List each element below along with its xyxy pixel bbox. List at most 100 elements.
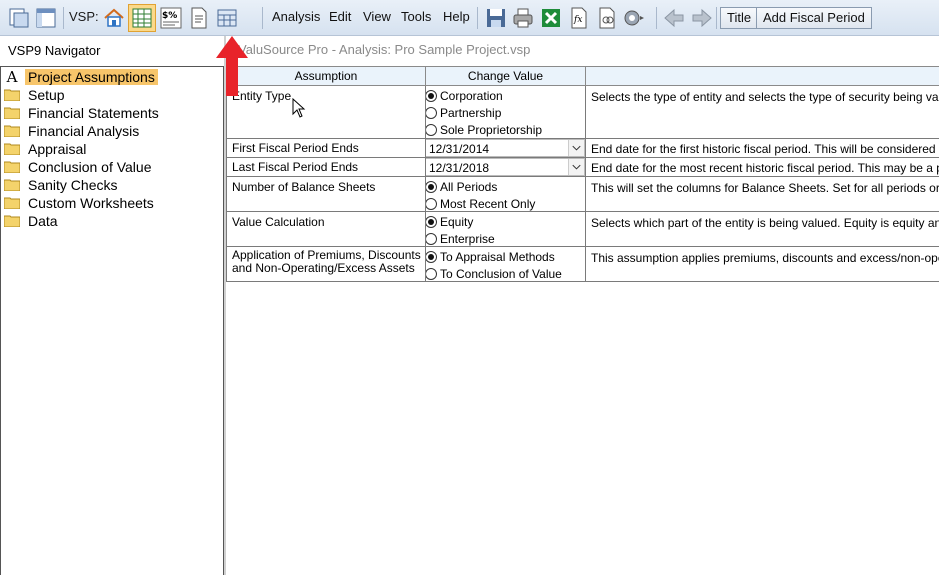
column-header-description[interactable] [585,66,939,86]
column-header-assumption[interactable]: Assumption [226,66,426,86]
radio-corporation[interactable]: Corporation [425,87,503,104]
radio-dot [425,215,437,228]
radio-label: Equity [440,214,474,229]
vsp-label: VSP: [69,9,99,24]
main-toolbar: VSP: $% Analysis Edit View Tools Help fx [0,0,939,36]
grid-line [425,86,426,282]
radio-label: Sole Proprietorship [440,122,543,137]
assumption-cell: Number of Balance Sheets [232,180,376,194]
radio-most-recent-only[interactable]: Most Recent Only [425,195,535,212]
spreadsheet-icon [132,8,152,28]
menu-view[interactable]: View [363,9,391,24]
home-icon[interactable] [102,6,126,30]
formula-icon[interactable]: fx [567,6,591,30]
nav-item-sanity-checks[interactable]: Sanity Checks [4,176,120,194]
radio-dot [425,197,437,210]
radio-to-appraisal-methods[interactable]: To Appraisal Methods [425,248,555,265]
table-row: Application of Premiums, Discounts and N… [226,247,939,282]
assumption-cell: Application of Premiums, Discounts and N… [232,247,422,275]
nav-item-label: Financial Analysis [28,123,140,139]
folder-icon [4,89,20,101]
excel-icon[interactable] [539,6,563,30]
table-row: Last Fiscal Period Ends 12/31/2018 End d… [226,158,939,177]
menu-tools[interactable]: Tools [401,9,431,24]
menu-analysis[interactable]: Analysis [272,9,320,24]
toolbar-separator [262,7,263,29]
toolbar-separator [716,7,717,29]
radio-dot [425,180,437,193]
grid-line [585,86,586,282]
assumption-cell: Value Calculation [232,215,325,229]
date-value: 12/31/2014 [429,142,490,156]
description-cell: Selects the type of entity and selects t… [591,90,939,104]
table-row: Entity Type Corporation Partnership Sole… [226,86,939,139]
radio-equity[interactable]: Equity [425,213,473,230]
nav-item-label: Data [28,213,58,229]
chevron-down-icon[interactable] [568,140,584,156]
nav-item-financial-analysis[interactable]: Financial Analysis [4,122,142,140]
menu-edit[interactable]: Edit [329,9,351,24]
forward-arrow-icon[interactable] [690,6,714,30]
folder-icon [4,179,20,191]
toolbar-separator [477,7,478,29]
nav-item-label: Appraisal [28,141,87,157]
save-icon[interactable] [484,6,508,30]
radio-label: All Periods [440,179,498,194]
column-header-change-value[interactable]: Change Value [425,66,586,86]
nav-item-financial-statements[interactable]: Financial Statements [4,104,162,122]
document-tab-title[interactable]: ValuSource Pro - Analysis: Pro Sample Pr… [238,42,530,57]
settings-icon[interactable] [621,6,645,30]
menu-help[interactable]: Help [443,9,470,24]
radio-label: To Conclusion of Value [440,266,562,281]
radio-all-periods[interactable]: All Periods [425,178,497,195]
nav-item-label: Project Assumptions [25,69,158,85]
nav-item-label: Conclusion of Value [28,159,152,175]
folder-icon [4,161,20,173]
chevron-down-icon[interactable] [568,159,584,175]
assumption-cell: Entity Type [232,89,292,103]
dollar-percent-icon[interactable]: $% [159,6,183,30]
nav-item-data[interactable]: Data [4,212,61,230]
radio-label: Corporation [440,88,503,103]
radio-dot [425,250,437,263]
folder-icon [4,197,20,209]
back-arrow-icon[interactable] [662,6,686,30]
radio-sole-proprietorship[interactable]: Sole Proprietorship [425,121,542,138]
radio-dot [425,123,437,136]
table-row: Number of Balance Sheets All Periods Mos… [226,177,939,212]
last-fiscal-date-picker[interactable]: 12/31/2018 [425,158,585,176]
nav-item-conclusion-of-value[interactable]: Conclusion of Value [4,158,154,176]
nav-item-project-assumptions[interactable]: A Project Assumptions [4,68,158,86]
radio-label: Partnership [440,105,502,120]
table-row: Value Calculation Equity Enterprise Sele… [226,212,939,247]
assumptions-grid-area: Assumption Change Value Entity Type Corp… [226,66,939,575]
window-layout-icon[interactable] [34,6,58,30]
toolbar-separator [63,7,64,29]
radio-enterprise[interactable]: Enterprise [425,230,495,247]
report-icon[interactable] [187,6,211,30]
link-icon[interactable] [595,6,619,30]
calculator-icon[interactable] [215,6,239,30]
navigator-tree: A Project Assumptions Setup Financial St… [0,66,224,575]
table-row: First Fiscal Period Ends 12/31/2014 End … [226,139,939,158]
print-icon[interactable] [511,6,535,30]
radio-label: Most Recent Only [440,196,536,211]
navigator-title: VSP9 Navigator [8,43,101,58]
navigator-icon[interactable] [7,6,31,30]
nav-item-custom-worksheets[interactable]: Custom Worksheets [4,194,157,212]
radio-dot [425,89,437,102]
nav-item-appraisal[interactable]: Appraisal [4,140,89,158]
add-fiscal-period-button[interactable]: Add Fiscal Period [756,7,872,29]
folder-icon [4,215,20,227]
description-cell: Selects which part of the entity is bein… [591,216,939,230]
first-fiscal-date-picker[interactable]: 12/31/2014 [425,139,585,157]
description-cell: End date for the first historic fiscal p… [591,142,939,156]
radio-label: To Appraisal Methods [440,249,555,264]
radio-partnership[interactable]: Partnership [425,104,501,121]
grid-view-button[interactable] [128,4,156,32]
radio-to-conclusion-of-value[interactable]: To Conclusion of Value [425,265,562,282]
title-button[interactable]: Title [720,7,759,29]
nav-item-label: Financial Statements [28,105,159,121]
nav-item-setup[interactable]: Setup [4,86,68,104]
annotation-arrow-icon [216,36,248,96]
